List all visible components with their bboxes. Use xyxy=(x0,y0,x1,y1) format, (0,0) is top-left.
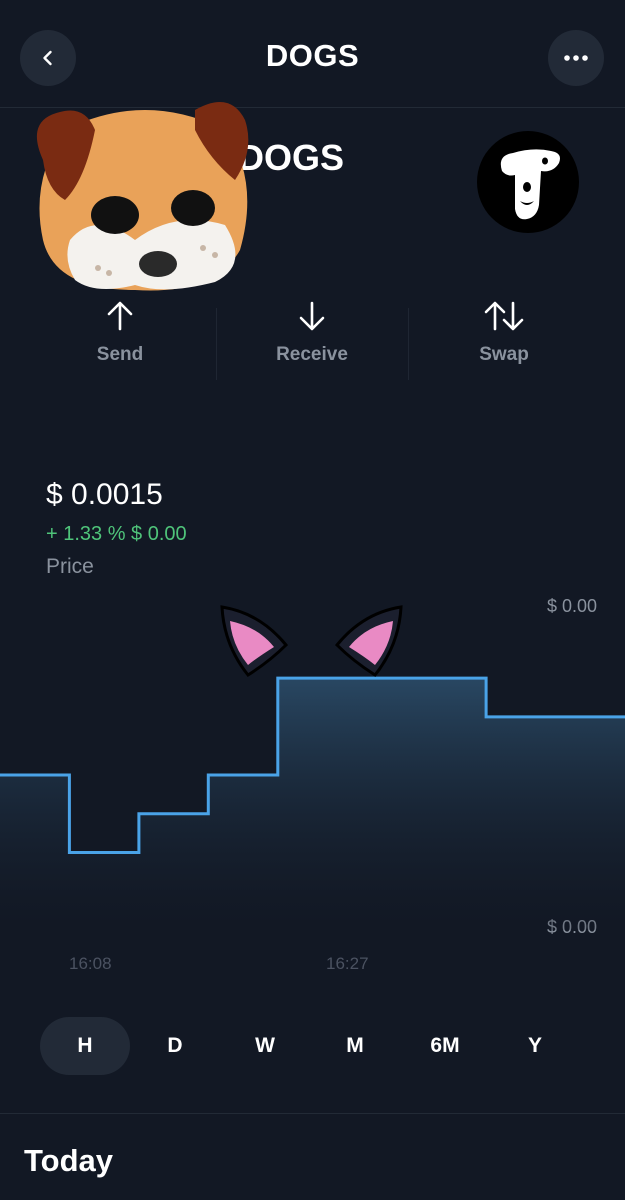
range-button-m[interactable]: M xyxy=(310,1017,400,1075)
chart-step-3 xyxy=(208,775,277,776)
chart-step-4 xyxy=(278,678,347,679)
dog-mask-sticker-icon xyxy=(36,102,249,291)
range-button-h[interactable]: H xyxy=(40,1017,130,1075)
swap-label: Swap xyxy=(479,344,529,365)
cat-ear-left-sticker-icon xyxy=(220,605,288,677)
section-divider xyxy=(0,1113,625,1114)
price-value: $ 0.0015 xyxy=(46,478,163,511)
price-chart[interactable] xyxy=(0,600,625,940)
arrow-down-icon xyxy=(299,301,325,331)
range-button-y[interactable]: Y xyxy=(490,1017,580,1075)
more-button[interactable] xyxy=(548,30,604,86)
chart-step-8 xyxy=(556,717,625,718)
swap-icon xyxy=(484,301,524,331)
range-selector: H D W M 6M Y xyxy=(40,1017,580,1075)
x-tick-label-0: 16:08 xyxy=(69,954,112,973)
range-button-d[interactable]: D xyxy=(130,1017,220,1075)
x-tick-label-1: 16:27 xyxy=(326,954,369,973)
price-change: + 1.33 % $ 0.00 xyxy=(46,523,187,545)
chart-step-7 xyxy=(486,717,555,718)
dogs-logo-icon xyxy=(500,149,560,220)
chart-step-2 xyxy=(139,814,208,815)
chart-step-1 xyxy=(69,853,138,854)
chart-step-6 xyxy=(417,678,486,679)
range-button-6m[interactable]: 6M xyxy=(400,1017,490,1075)
receive-label: Receive xyxy=(276,344,348,365)
range-button-w[interactable]: W xyxy=(220,1017,310,1075)
chart-step-0 xyxy=(0,775,69,776)
chart-step-5 xyxy=(347,678,416,679)
send-label: Send xyxy=(96,344,144,365)
cat-ear-right-sticker-icon xyxy=(335,605,403,677)
action-bar: Send Receive Swap xyxy=(24,300,600,380)
receive-button[interactable]: Receive xyxy=(216,300,408,380)
swap-button[interactable]: Swap xyxy=(408,300,600,380)
section-title-today: Today xyxy=(24,1143,113,1178)
send-button[interactable]: Send xyxy=(24,300,216,380)
page-title: DOGS xyxy=(265,38,360,73)
token-avatar xyxy=(477,131,579,233)
price-caption: Price xyxy=(46,555,94,578)
more-horizontal-icon xyxy=(564,55,588,61)
